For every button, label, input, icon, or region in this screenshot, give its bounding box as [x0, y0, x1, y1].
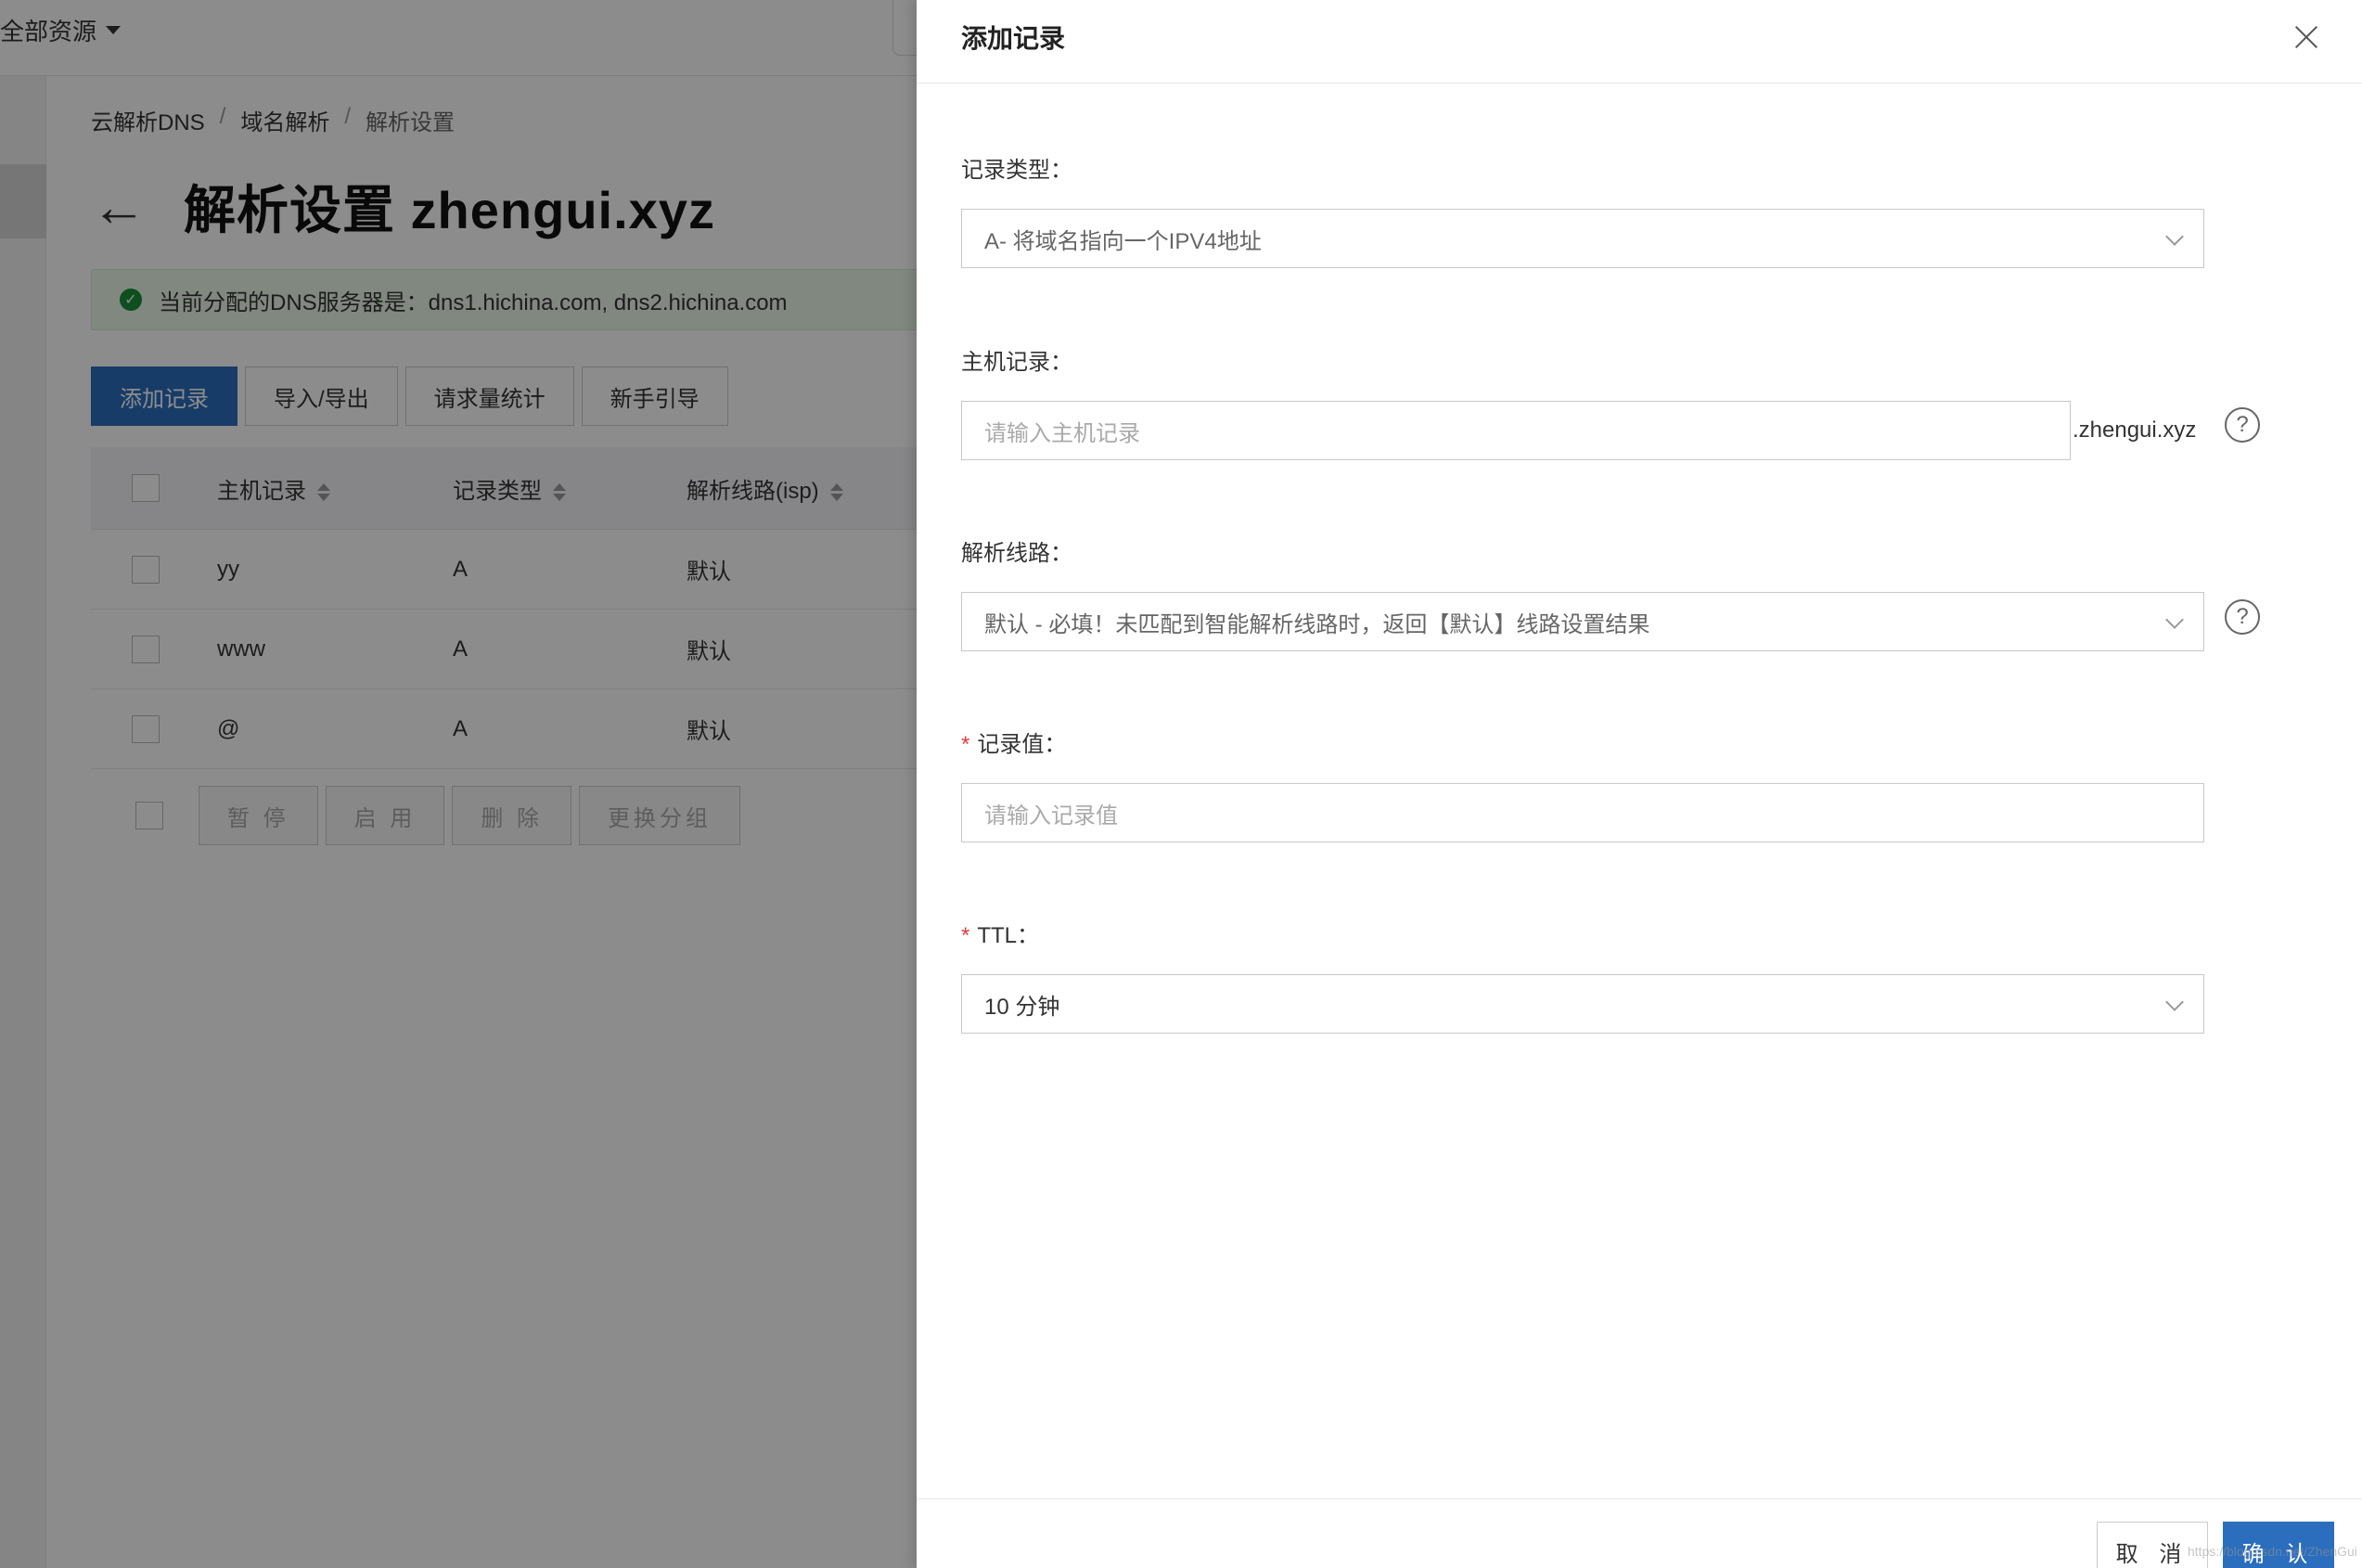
record-value-input[interactable]: 请输入记录值	[961, 783, 2204, 842]
modal-overlay[interactable]	[0, 0, 917, 1568]
resolve-line-value: 默认 - 必填！未匹配到智能解析线路时，返回【默认】线路设置结果	[984, 611, 1650, 637]
record-value-placeholder: 请输入记录值	[984, 803, 1118, 829]
chevron-down-icon	[2165, 993, 2184, 1011]
host-record-input[interactable]: 请输入主机记录	[961, 401, 2071, 460]
record-value-label-text: 记录值：	[977, 732, 1067, 757]
record-type-select[interactable]: A- 将域名指向一个IPV4地址	[961, 209, 2204, 268]
ttl-select[interactable]: 10 分钟	[961, 974, 2204, 1034]
record-type-value: A- 将域名指向一个IPV4地址	[984, 228, 1262, 254]
ttl-label-text: TTL：	[977, 923, 1040, 948]
chevron-down-icon	[2165, 610, 2184, 629]
drawer-header: 添加记录	[917, 0, 2362, 84]
help-icon[interactable]: ?	[2225, 407, 2260, 443]
required-mark: *	[961, 923, 970, 948]
close-icon[interactable]	[2290, 20, 2323, 54]
host-record-placeholder: 请输入主机记录	[984, 420, 1140, 446]
chevron-down-icon	[2165, 227, 2184, 246]
drawer-title: 添加记录	[961, 24, 1066, 53]
record-value-label: * 记录值：	[961, 726, 1066, 758]
ttl-label: * TTL：	[961, 917, 1039, 949]
drawer-footer: 取 消 确 认 https://blog.csdn.net/ZhenGui	[917, 1498, 2362, 1568]
resolve-line-label: 解析线路：	[961, 541, 1072, 566]
record-type-label: 记录类型：	[961, 158, 1072, 183]
resolve-line-select[interactable]: 默认 - 必填！未匹配到智能解析线路时，返回【默认】线路设置结果	[961, 592, 2204, 651]
required-mark: *	[961, 732, 970, 757]
add-record-drawer: 添加记录 记录类型： A- 将域名指向一个IPV4地址 主机记录： 请输入主机记…	[917, 0, 2362, 1568]
domain-suffix: .zhengui.xyz	[2073, 418, 2197, 443]
ttl-value: 10 分钟	[984, 994, 1060, 1020]
watermark: https://blog.csdn.net/ZhenGui	[2188, 1544, 2357, 1559]
help-icon[interactable]: ?	[2225, 599, 2260, 635]
host-record-label: 主机记录：	[961, 350, 1072, 375]
